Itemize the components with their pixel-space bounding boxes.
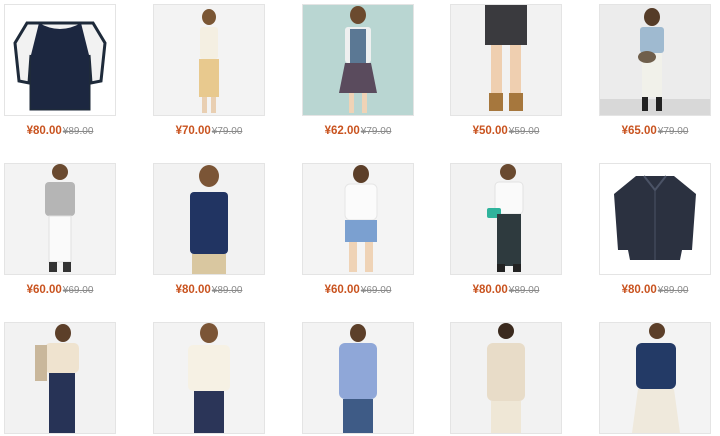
price-line: ¥62.00¥79.00 — [302, 124, 414, 139]
price-line: ¥70.00¥79.00 — [153, 124, 265, 139]
product-image[interactable] — [450, 4, 562, 116]
product-image[interactable] — [4, 322, 116, 434]
sale-price: ¥50.00 — [472, 125, 508, 137]
price-line: ¥80.00¥89.00 — [450, 283, 562, 298]
original-price: ¥89.00 — [211, 285, 243, 296]
product-image[interactable] — [302, 322, 414, 434]
product-image[interactable] — [153, 322, 265, 434]
original-price: ¥89.00 — [62, 126, 94, 137]
product-image[interactable] — [153, 163, 265, 275]
sale-price: ¥70.00 — [175, 125, 211, 137]
original-price: ¥89.00 — [657, 285, 689, 296]
sale-price: ¥80.00 — [472, 284, 508, 296]
sale-price: ¥60.00 — [324, 284, 360, 296]
sale-price: ¥80.00 — [621, 284, 657, 296]
price-line: ¥80.00¥89.00 — [4, 124, 116, 139]
original-price: ¥69.00 — [62, 285, 94, 296]
original-price: ¥59.00 — [508, 126, 540, 137]
price-line: ¥50.00¥59.00 — [450, 124, 562, 139]
sale-price: ¥60.00 — [26, 284, 62, 296]
sale-price: ¥80.00 — [26, 125, 62, 137]
product-image[interactable] — [599, 322, 711, 434]
original-price: ¥79.00 — [360, 126, 392, 137]
product-image[interactable] — [599, 4, 711, 116]
product-image[interactable] — [450, 322, 562, 434]
price-line: ¥80.00¥89.00 — [599, 283, 711, 298]
original-price: ¥79.00 — [657, 126, 689, 137]
original-price: ¥79.00 — [211, 126, 243, 137]
product-image[interactable] — [302, 4, 414, 116]
product-image[interactable] — [450, 163, 562, 275]
sale-price: ¥65.00 — [621, 125, 657, 137]
price-line: ¥80.00¥89.00 — [153, 283, 265, 298]
price-line: ¥65.00¥79.00 — [599, 124, 711, 139]
sale-price: ¥80.00 — [175, 284, 211, 296]
product-image[interactable] — [153, 4, 265, 116]
product-image[interactable] — [599, 163, 711, 275]
price-line: ¥60.00¥69.00 — [4, 283, 116, 298]
original-price: ¥69.00 — [360, 285, 392, 296]
product-image[interactable] — [4, 163, 116, 275]
product-image[interactable] — [302, 163, 414, 275]
original-price: ¥89.00 — [508, 285, 540, 296]
sale-price: ¥62.00 — [324, 125, 360, 137]
price-line: ¥60.00¥69.00 — [302, 283, 414, 298]
product-image[interactable] — [4, 4, 116, 116]
